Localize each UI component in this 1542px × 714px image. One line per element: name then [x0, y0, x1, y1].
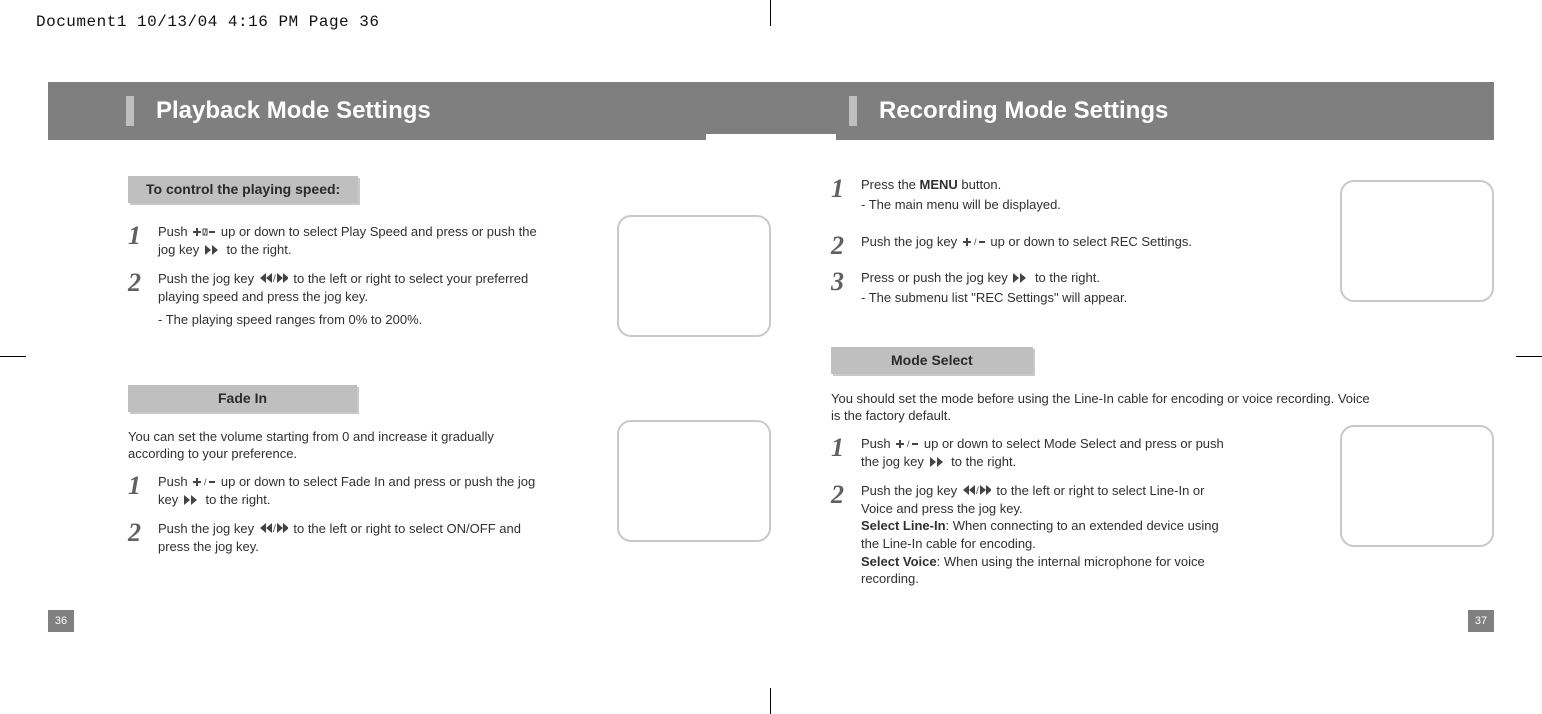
crop-mark-icon: [0, 356, 26, 357]
step-text: Push the jog key / to the left or right …: [861, 482, 1231, 588]
screen-placeholder: [1340, 180, 1494, 302]
mode-intro: You should set the mode before using the…: [831, 390, 1371, 425]
step-number: 3: [831, 269, 861, 317]
header-tab-cutout: [706, 134, 836, 159]
svg-text:/: /: [976, 486, 979, 495]
step-item: 1 Push / up or down to select Mode Selec…: [831, 435, 1231, 472]
imposition-header: Document1 10/13/04 4:16 PM Page 36: [36, 12, 379, 34]
step-number: 1: [128, 223, 158, 260]
page-number-left: 36: [48, 610, 74, 632]
accent-bar-icon: [849, 96, 857, 126]
left-title: Playback Mode Settings: [156, 95, 431, 127]
plus-minus-icon: /: [896, 436, 918, 454]
plus-minus-icon: /: [193, 474, 215, 492]
accent-bar-icon: [126, 96, 134, 126]
spread-header-bar: Playback Mode Settings Recording Mode Se…: [48, 82, 1494, 140]
text: to the right.: [205, 492, 270, 507]
text: Push the jog key: [158, 271, 258, 286]
text: button.: [958, 177, 1001, 192]
text: Push: [861, 436, 894, 451]
subhead-fade-in: Fade In: [128, 385, 357, 412]
page-number-right: 37: [1468, 610, 1494, 632]
svg-text:/: /: [907, 439, 910, 449]
crop-mark-icon: [770, 0, 771, 26]
crop-mark-icon: [1516, 356, 1542, 357]
plus-minus-icon: /: [963, 234, 985, 252]
step-text: Push the jog key / to the left or right …: [158, 270, 548, 339]
step-text: Press or push the jog key to the right. …: [861, 269, 1231, 317]
content-area: To control the playing speed: 1 Push / u…: [48, 170, 1494, 654]
screen-placeholder: [1340, 425, 1494, 547]
text-bold: Select Voice: [861, 554, 937, 569]
step-number: 1: [128, 473, 158, 510]
svg-text:/: /: [273, 524, 276, 533]
text: Push: [158, 224, 191, 239]
text-bold: MENU: [920, 177, 958, 192]
svg-text:/: /: [974, 237, 977, 247]
step-text: Push / up or down to select Mode Select …: [861, 435, 1231, 472]
right-page: 1 Press the MENU button. - The main menu…: [771, 170, 1494, 654]
step-number: 1: [831, 176, 861, 223]
right-title: Recording Mode Settings: [879, 95, 1168, 127]
text: to the right.: [951, 454, 1016, 469]
step-item: 1 Press the MENU button. - The main menu…: [831, 176, 1231, 223]
fast-forward-icon: [205, 242, 221, 260]
step-text: Push / up or down to select Play Speed a…: [158, 223, 548, 260]
step-number: 2: [831, 482, 861, 588]
right-header: Recording Mode Settings: [771, 82, 1494, 140]
text: Push the jog key: [861, 483, 961, 498]
step-text: Push the jog key / to the left or right …: [158, 520, 548, 556]
text: to the right.: [226, 242, 291, 257]
step-text: Push the jog key / up or down to select …: [861, 233, 1231, 259]
subhead-playing-speed: To control the playing speed:: [128, 176, 358, 203]
left-page: To control the playing speed: 1 Push / u…: [48, 170, 771, 654]
text-bold: Select Line-In: [861, 518, 946, 533]
text: Press or push the jog key: [861, 270, 1011, 285]
rewind-fastforward-icon: /: [963, 482, 991, 500]
step-note: - The playing speed ranges from 0% to 20…: [158, 311, 548, 329]
rewind-fastforward-icon: /: [260, 520, 288, 538]
text: Push the jog key: [861, 234, 961, 249]
screen-placeholder: [617, 215, 771, 337]
fast-forward-icon: [930, 454, 946, 472]
step-number: 2: [831, 233, 861, 259]
step-note: - The submenu list "REC Settings" will a…: [861, 289, 1231, 307]
svg-text:/: /: [273, 274, 276, 283]
step-number: 1: [831, 435, 861, 472]
step-item: 3 Press or push the jog key to the right…: [831, 269, 1231, 317]
step-item: 1 Push / up or down to select Play Speed…: [128, 223, 548, 260]
fast-forward-icon: [1013, 270, 1029, 288]
left-header: Playback Mode Settings: [48, 82, 771, 140]
rewind-fastforward-icon: /: [260, 270, 288, 288]
svg-text:/: /: [204, 477, 207, 487]
step-note: - The main menu will be displayed.: [861, 196, 1231, 214]
text: Push the jog key: [158, 521, 258, 536]
crop-mark-icon: [770, 688, 771, 714]
subhead-mode-select: Mode Select: [831, 347, 1033, 374]
text: Push: [158, 474, 191, 489]
manual-spread: Document1 10/13/04 4:16 PM Page 36 Playb…: [0, 0, 1542, 714]
step-number: 2: [128, 520, 158, 556]
step-text: Press the MENU button. - The main menu w…: [861, 176, 1231, 223]
text: to the right.: [1035, 270, 1100, 285]
step-item: 2 Push the jog key / to the left or righ…: [128, 270, 548, 339]
step-text: Push / up or down to select Fade In and …: [158, 473, 548, 510]
step-item: 1 Push / up or down to select Fade In an…: [128, 473, 548, 510]
step-item: 2 Push the jog key / to the left or righ…: [831, 482, 1231, 588]
step-item: 2 Push the jog key / up or down to selec…: [831, 233, 1231, 259]
plus-minus-icon: /: [193, 224, 215, 242]
screen-placeholder: [617, 420, 771, 542]
fast-forward-icon: [184, 492, 200, 510]
text: Press the: [861, 177, 920, 192]
fade-intro: You can set the volume starting from 0 a…: [128, 428, 548, 463]
text: up or down to select REC Settings.: [990, 234, 1192, 249]
step-item: 2 Push the jog key / to the left or righ…: [128, 520, 548, 556]
step-number: 2: [128, 270, 158, 339]
